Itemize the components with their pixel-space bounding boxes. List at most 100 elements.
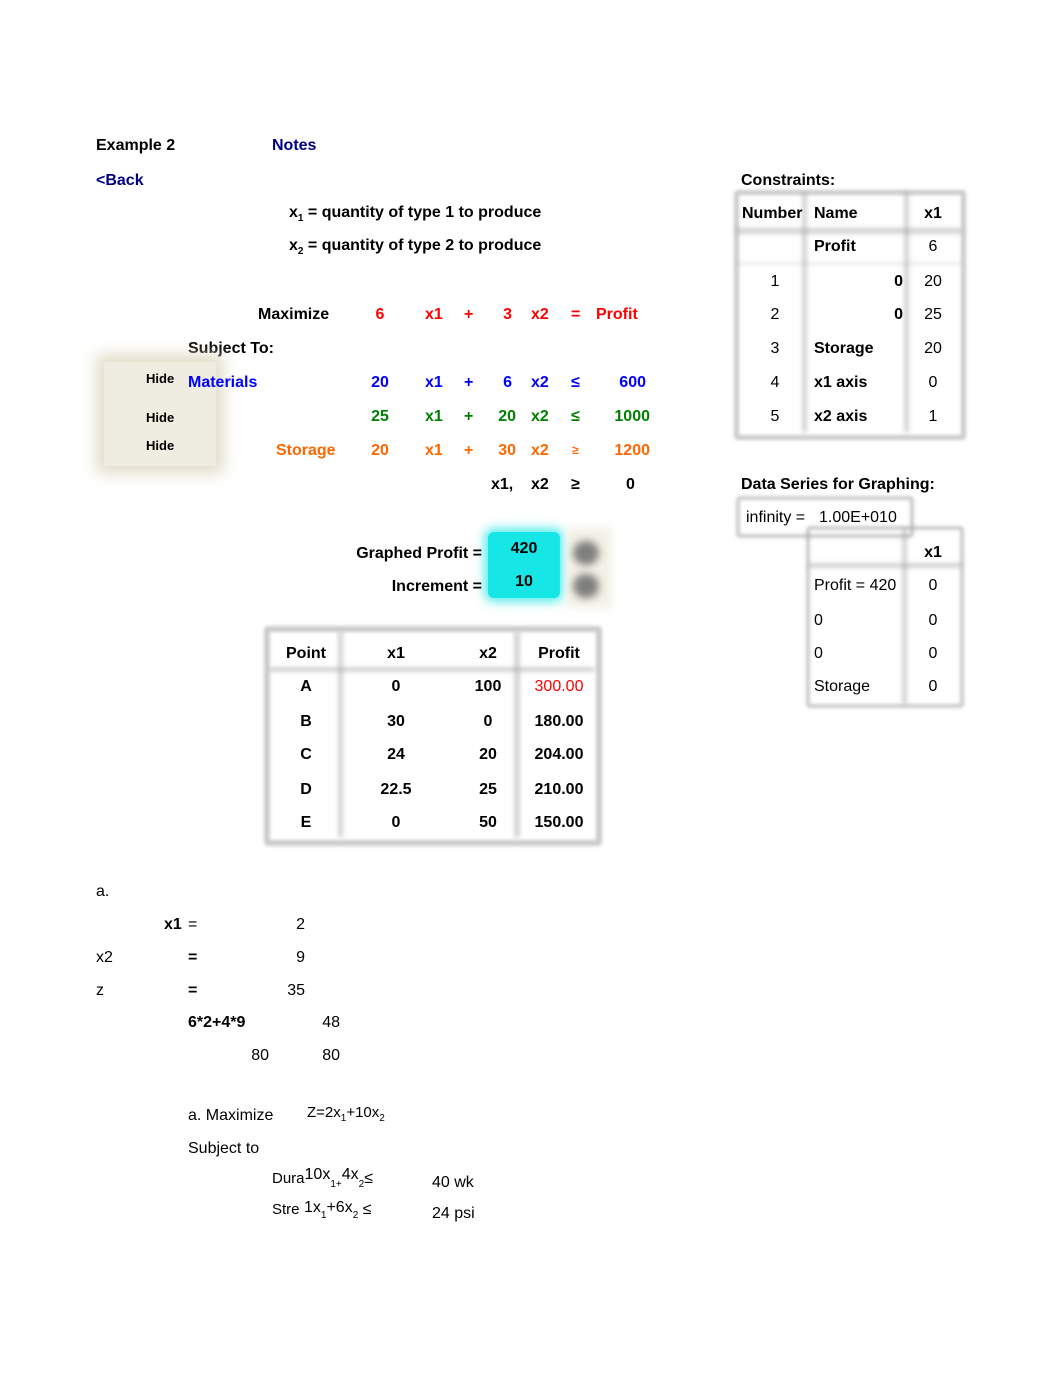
constraint-1-var-2: x2	[531, 374, 549, 391]
constraint-1-coef-1[interactable]: 20	[366, 374, 394, 392]
nonneg-var-1: x1,	[491, 476, 514, 493]
infinity-label: infinity =	[746, 509, 806, 526]
obj-var-1: x1	[425, 306, 443, 323]
problem-objective: Z=2x1+10x2	[307, 1104, 385, 1124]
cell-x2: 100	[474, 678, 502, 695]
cell-number: 2	[770, 306, 780, 323]
work-value-a[interactable]: 80	[234, 1047, 269, 1065]
constraint-1-var-1: x1	[425, 374, 443, 391]
col-header-x1: x1	[924, 544, 942, 561]
data-series-header-rule	[808, 563, 962, 568]
cell-point: D	[300, 781, 312, 798]
constraint-3-coef-1[interactable]: 20	[366, 442, 394, 460]
work-x1-value[interactable]: 2	[270, 916, 305, 934]
constraint-2-coef-1[interactable]: 25	[366, 408, 394, 426]
cell-number: 1	[770, 273, 780, 290]
hide-button-storage[interactable]: Hide	[146, 438, 174, 453]
hide-button-materials[interactable]: Hide	[146, 371, 174, 386]
obj-coef-1[interactable]: 6	[368, 306, 392, 324]
op: ≤	[364, 1170, 373, 1187]
work-x2-value[interactable]: 9	[270, 949, 305, 967]
cell-profit: 210.00	[534, 781, 584, 798]
col-header-x1: x1	[924, 205, 942, 222]
col-header-point: Point	[286, 645, 326, 662]
cell-number: 4	[770, 374, 780, 391]
cell-x1: 0	[391, 814, 401, 831]
subject-to-label: Subject To:	[188, 340, 274, 357]
cell-x2: 50	[479, 814, 497, 831]
cell-profit: 150.00	[534, 814, 584, 831]
constraint-1-rhs[interactable]: 600	[600, 374, 646, 392]
obj-part: +10x	[346, 1104, 380, 1121]
constraint-3-op: ≥	[572, 443, 579, 457]
work-x1-eq: =	[188, 916, 198, 933]
problem-constraint-stress-rhs: 24 psi	[432, 1205, 475, 1222]
term-sub: 2	[352, 1210, 359, 1221]
definition-x1: x1 = quantity of type 1 to produce	[289, 204, 541, 224]
hide-button-constraint-2[interactable]: Hide	[146, 410, 174, 425]
cell-x1: 1	[928, 408, 938, 425]
cell-number: 3	[770, 340, 780, 357]
constraint-2-rhs[interactable]: 1000	[600, 408, 650, 426]
data-series-divider	[902, 528, 907, 704]
cell-x1: 20	[924, 340, 942, 357]
problem-constraint-stress: Stre 1x1+6x2 ≤	[272, 1199, 372, 1221]
points-table-header-rule	[270, 667, 594, 672]
constraint-3-rhs[interactable]: 1200	[600, 442, 650, 460]
cell-x1: 0	[928, 374, 938, 391]
cell-x1: 30	[387, 713, 405, 730]
constraint-2-plus: +	[464, 408, 474, 425]
nonneg-op: ≥	[571, 476, 580, 493]
cell-profit-optimal: 300.00	[534, 678, 584, 695]
notes-link[interactable]: Notes	[272, 137, 316, 155]
cell-x1: 20	[924, 273, 942, 290]
constraint-3-plus: +	[464, 442, 474, 459]
col-header-number: Number	[742, 205, 803, 222]
work-x1-label: x1	[164, 916, 182, 933]
op: ≤	[362, 1201, 372, 1218]
constraint-1-coef-2[interactable]: 6	[484, 374, 512, 392]
constraints-title: Constraints:	[741, 172, 836, 189]
problem-subject-to: Subject to	[188, 1140, 260, 1157]
profit-spinner-button[interactable]	[573, 541, 599, 565]
constraints-divider	[904, 192, 909, 432]
problem-maximize-label: a. Maximize	[188, 1107, 274, 1124]
problem-constraint-durability: Dura10x1+4x2≤	[272, 1166, 373, 1190]
increment-input[interactable]: 10	[490, 573, 558, 591]
obj-rhs: Profit	[596, 306, 638, 323]
cell-x2: 0	[483, 713, 493, 730]
points-table-divider	[338, 632, 343, 837]
constraint-name: Dura	[272, 1170, 305, 1187]
col-header-x2: x2	[479, 645, 497, 662]
work-z-value[interactable]: 35	[270, 982, 305, 1000]
cell-number: 5	[770, 408, 780, 425]
nonneg-rhs: 0	[626, 476, 635, 493]
constraint-3-coef-2[interactable]: 30	[488, 442, 516, 460]
constraint-2-var-1: x1	[425, 408, 443, 425]
work-value-b[interactable]: 80	[305, 1047, 340, 1065]
constraint-2-coef-2[interactable]: 20	[488, 408, 516, 426]
cell-x2: 25	[479, 781, 497, 798]
cell-name: Profit	[814, 238, 856, 255]
series-x1: 0	[928, 612, 938, 629]
constraints-header-rule	[736, 228, 962, 234]
problem-constraint-durability-rhs: 40 wk	[432, 1174, 474, 1191]
obj-coef-2[interactable]: 3	[488, 306, 512, 324]
cell-point: A	[300, 678, 312, 695]
work-expression-value[interactable]: 48	[305, 1014, 340, 1032]
constraint-3-var-1: x1	[425, 442, 443, 459]
series-x1: 0	[928, 645, 938, 662]
var: x	[289, 204, 298, 221]
work-z-label: z	[96, 982, 104, 999]
series-x1: 0	[928, 678, 938, 695]
cell-name: x1 axis	[814, 374, 868, 391]
graphed-profit-input[interactable]: 420	[490, 540, 558, 558]
series-label: 0	[814, 645, 823, 662]
cell-x1: 6	[928, 238, 938, 255]
cell-x2: 20	[479, 746, 497, 763]
cell-profit: 204.00	[534, 746, 584, 763]
increment-spinner-button[interactable]	[573, 574, 599, 598]
cell-x1: 25	[924, 306, 942, 323]
term: +6x	[326, 1199, 353, 1216]
back-link[interactable]: <Back	[96, 172, 144, 190]
